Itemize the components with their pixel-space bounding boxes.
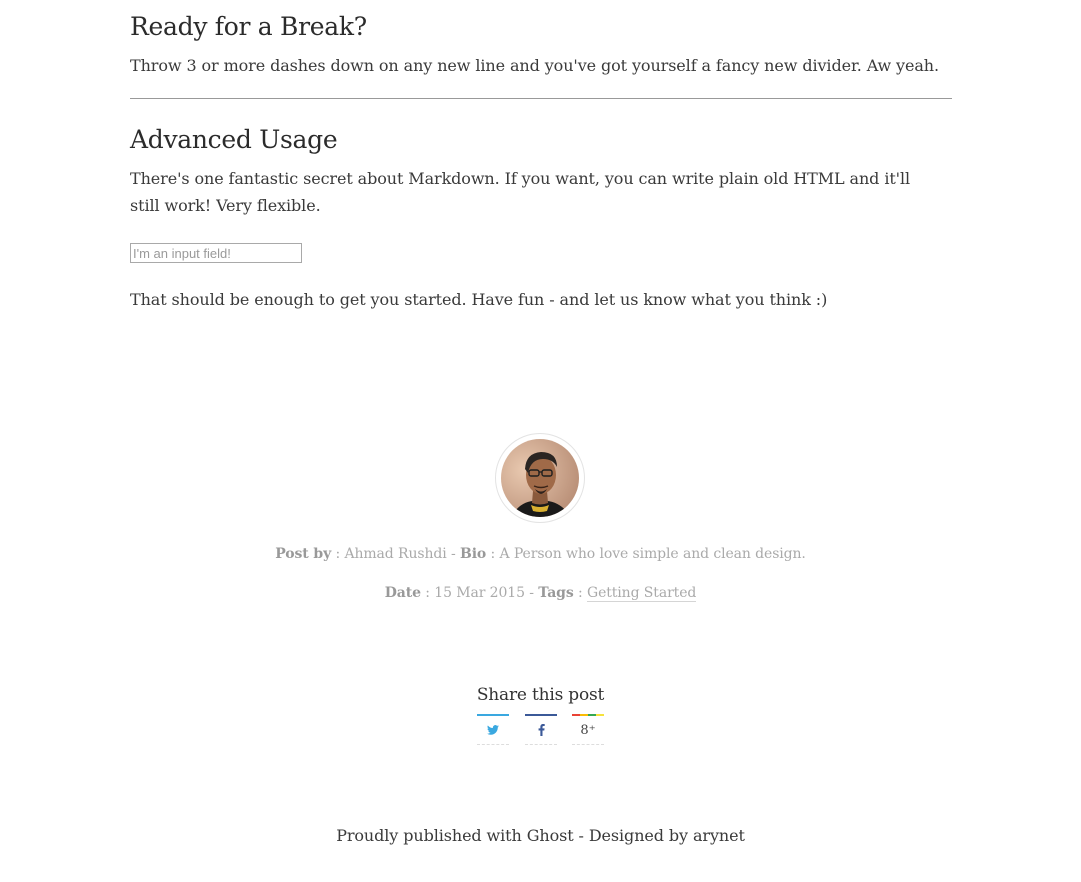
post-date: 15 Mar 2015 bbox=[434, 585, 525, 601]
section-heading-advanced: Advanced Usage bbox=[130, 125, 338, 154]
author-name: Ahmad Rushdi bbox=[344, 546, 447, 562]
section-heading-break: Ready for a Break? bbox=[130, 12, 367, 41]
demo-input-field[interactable] bbox=[130, 243, 302, 263]
twitter-icon bbox=[487, 725, 499, 735]
share-twitter-button[interactable] bbox=[477, 714, 509, 745]
share-google-plus-button[interactable]: 8⁺ bbox=[572, 714, 604, 745]
post-by-label: Post by bbox=[275, 546, 332, 562]
share-title: Share this post bbox=[476, 685, 605, 705]
share-facebook-button[interactable] bbox=[525, 714, 557, 745]
bio-label: Bio bbox=[459, 546, 487, 562]
author-photo bbox=[501, 439, 579, 517]
google-plus-icon: 8⁺ bbox=[580, 722, 596, 738]
divider bbox=[130, 98, 952, 99]
facebook-icon bbox=[538, 724, 545, 736]
author-bio: A Person who love simple and clean desig… bbox=[499, 546, 806, 562]
date-label: Date bbox=[384, 585, 421, 601]
tag-link-getting-started[interactable]: Getting Started bbox=[586, 585, 696, 602]
advanced-paragraph: There's one fantastic secret about Markd… bbox=[130, 169, 910, 215]
google-color-bar bbox=[572, 714, 604, 716]
author-avatar bbox=[495, 433, 585, 523]
post-meta: Date : 15 Mar 2015 - Tags : Getting Star… bbox=[384, 585, 697, 602]
tags-label: Tags bbox=[538, 585, 574, 601]
site-footer: Proudly published with Ghost - Designed … bbox=[336, 826, 745, 845]
break-paragraph: Throw 3 or more dashes down on any new l… bbox=[130, 56, 939, 75]
closing-paragraph: That should be enough to get you started… bbox=[130, 290, 828, 309]
author-meta: Post by : Ahmad Rushdi - Bio : A Person … bbox=[275, 546, 806, 562]
